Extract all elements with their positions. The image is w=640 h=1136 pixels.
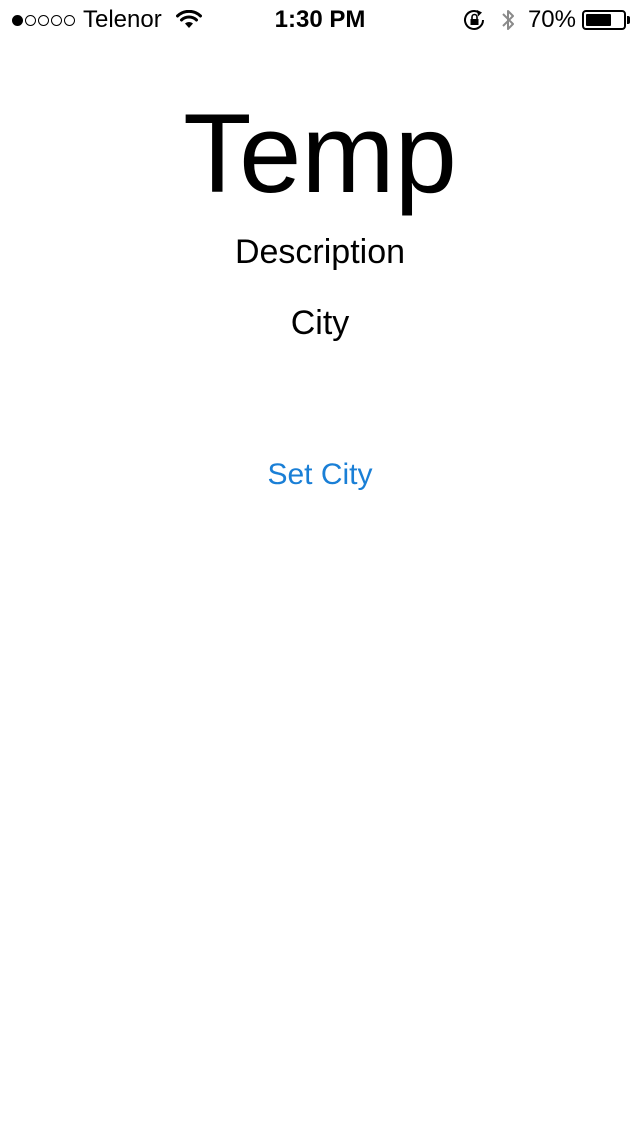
rotation-lock-icon — [462, 8, 488, 32]
battery-fill — [586, 14, 612, 26]
city-label: City — [290, 304, 350, 342]
battery-body — [582, 10, 626, 30]
weather-description: Description — [234, 233, 406, 271]
status-bar: Telenor 1:30 PM 70% — [0, 0, 640, 40]
battery-tip — [627, 16, 630, 24]
status-bar-right: 70% — [462, 0, 630, 40]
battery-icon — [582, 10, 630, 30]
temperature-label: Temp — [183, 91, 457, 216]
bluetooth-icon — [500, 7, 516, 33]
battery-percentage: 70% — [527, 6, 576, 33]
set-city-button[interactable]: Set City — [220, 455, 420, 495]
